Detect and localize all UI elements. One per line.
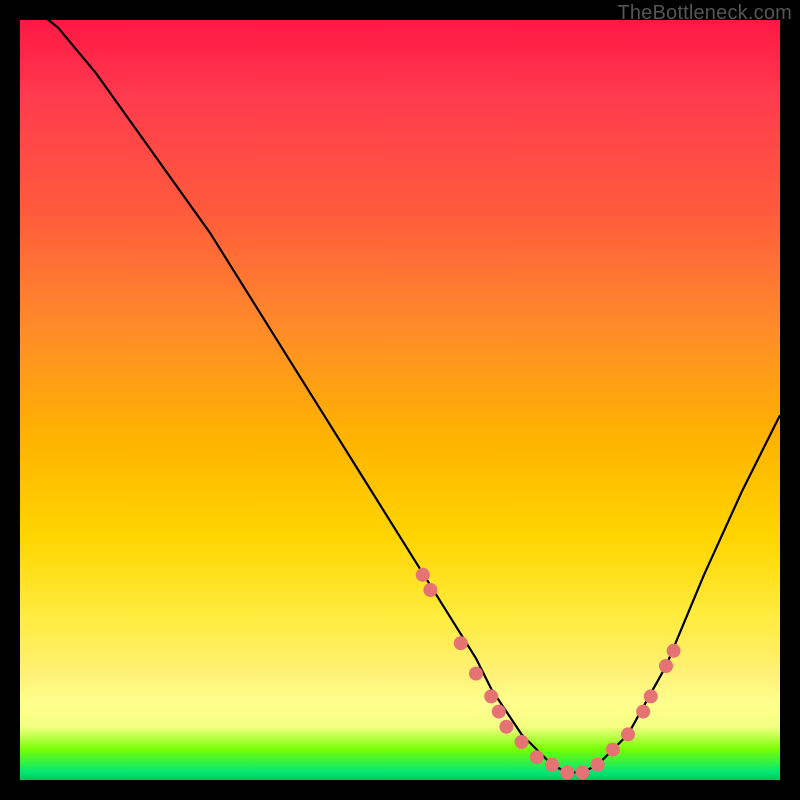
plot-area [20, 20, 780, 780]
heat-gradient-background [20, 20, 780, 780]
watermark-text: TheBottleneck.com [617, 2, 792, 25]
chart-frame: TheBottleneck.com [0, 0, 800, 800]
